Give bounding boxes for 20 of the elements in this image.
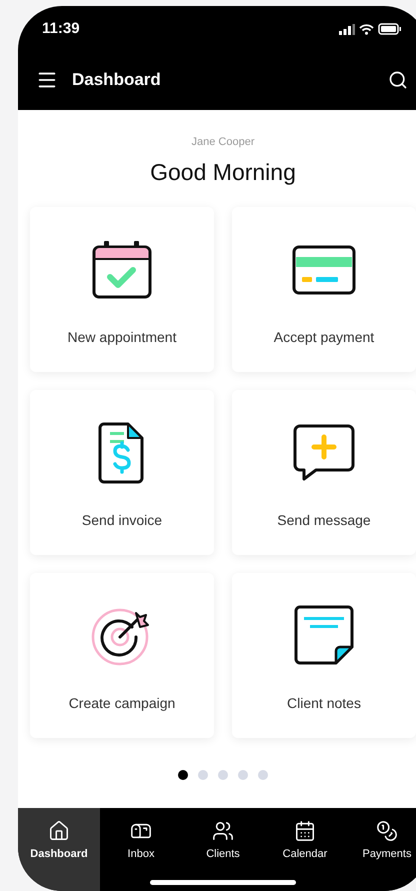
status-time: 11:39 [42,18,80,39]
action-card[interactable]: Create campaign [30,573,214,738]
action-card[interactable]: Send message [232,390,416,555]
tab-bar-item[interactable]: Dashboard [18,808,100,891]
action-card[interactable]: Send invoice [30,390,214,555]
battery-icon [378,23,402,35]
search-button[interactable] [388,70,408,90]
action-card[interactable]: Client notes [232,573,416,738]
calendar-icon [294,820,316,842]
sticky-note-icon [292,603,356,667]
action-card[interactable]: New appointment [30,207,214,372]
coins-icon [376,820,398,842]
signal-icon [339,24,355,34]
wifi-icon [359,24,374,34]
action-card[interactable]: Accept payment [232,207,416,372]
screen-title: Dashboard [72,69,162,92]
user-name: Jane Cooper [192,135,254,150]
house-icon [48,820,70,842]
greeting-title: Good Morning [150,158,296,187]
users-icon [212,820,234,842]
